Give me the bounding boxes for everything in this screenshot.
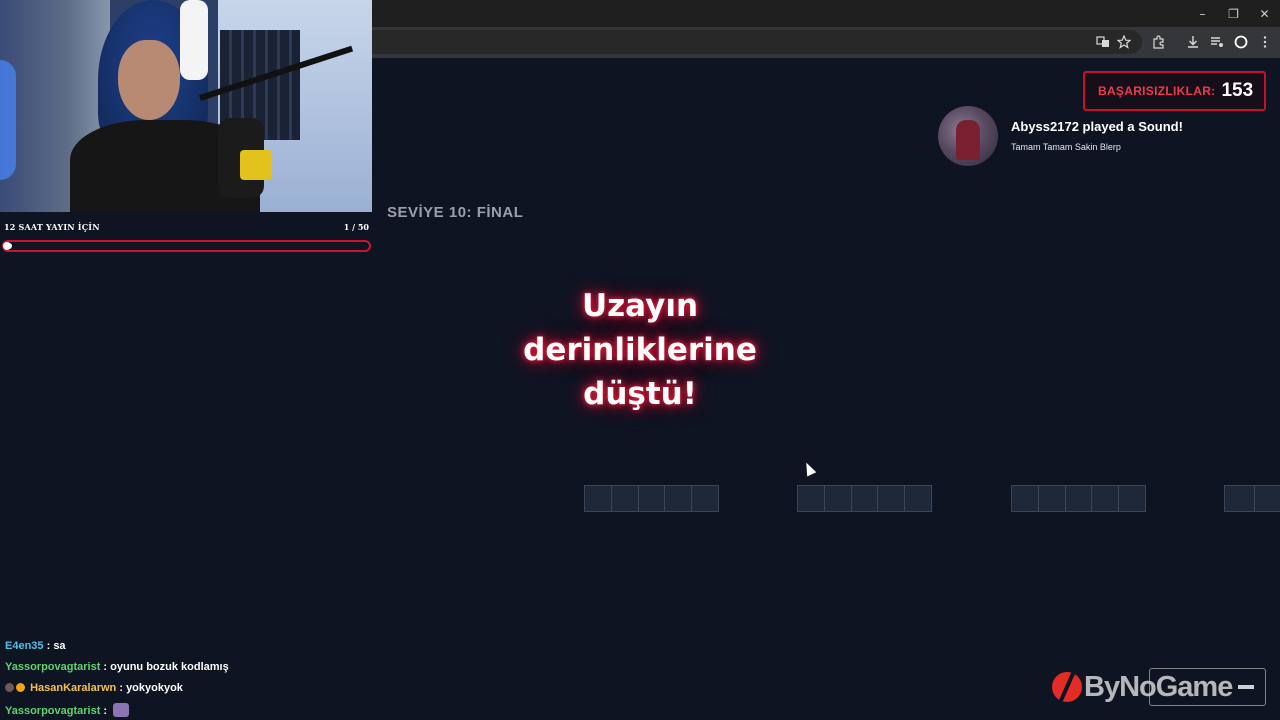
platform	[1224, 485, 1280, 512]
death-message-line: Uzayın	[581, 288, 699, 324]
badge-icon	[16, 683, 25, 692]
close-button[interactable]: ✕	[1249, 0, 1280, 27]
address-bar[interactable]	[372, 30, 1142, 54]
media-icon[interactable]	[1208, 33, 1226, 51]
goal-progress-knob	[3, 242, 11, 250]
platform	[584, 485, 719, 512]
streamer-face	[118, 40, 180, 120]
chat-username: HasanKaralarwn	[30, 682, 117, 694]
watermark-dash	[1238, 685, 1254, 689]
bynogame-logo-icon	[1052, 672, 1082, 702]
goal-label: 12 SAAT YAYIN İÇİN	[4, 222, 100, 232]
emote-icon	[113, 703, 130, 717]
profile-icon[interactable]	[1232, 33, 1250, 51]
alert-title: Abyss2172 played a Sound!	[1011, 119, 1183, 134]
platform	[797, 485, 932, 512]
restore-button[interactable]: ❐	[1218, 0, 1249, 27]
chat-message: E4en35 : sa	[5, 640, 66, 652]
chat-username: E4en35	[5, 640, 44, 652]
minimize-button[interactable]: –	[1187, 0, 1218, 27]
window-controls: – ❐ ✕	[1187, 0, 1280, 27]
fail-counter-label: BAŞARISIZLIKLAR:	[1098, 84, 1216, 98]
death-message-line: düştü!	[583, 376, 697, 412]
goal-count: 1 / 50	[343, 222, 369, 232]
chat-message: Yassorpovagtarist : oyunu bozuk kodlamış	[5, 661, 229, 673]
menu-icon[interactable]	[1256, 33, 1274, 51]
fail-counter-value: 153	[1221, 80, 1254, 101]
stream-screen: – ❐ ✕ 12 SAAT YAYIN İÇİN 1 / 50 SEVİYE 1…	[0, 0, 1280, 720]
platform	[1011, 485, 1146, 512]
chat-text: sa	[53, 640, 66, 652]
death-message: Uzayın derinliklerine düştü!	[480, 284, 800, 416]
star-icon[interactable]	[1115, 33, 1133, 51]
translate-icon[interactable]	[1094, 33, 1112, 51]
extensions-icon[interactable]	[1149, 33, 1167, 51]
chat-text: oyunu bozuk kodlamış	[110, 661, 229, 673]
chat-message: Yassorpovagtarist :	[5, 703, 130, 717]
level-title: SEVİYE 10: FİNAL	[387, 204, 524, 221]
microphone-badge	[240, 150, 272, 180]
alert-avatar	[938, 106, 998, 166]
chat-message: HasanKaralarwn : yokyokyok	[5, 682, 183, 694]
alert-subtitle: Tamam Tamam Sakin Blerp	[1011, 142, 1121, 152]
chat-username: Yassorpovagtarist	[5, 661, 101, 673]
fail-counter: BAŞARISIZLIKLAR: 153	[1083, 71, 1266, 111]
badge-icon	[5, 683, 14, 692]
headphones	[180, 0, 208, 80]
download-icon[interactable]	[1184, 33, 1202, 51]
goal-progress-bar	[2, 240, 371, 252]
mouse-cursor-icon	[801, 460, 817, 477]
chat-username: Yassorpovagtarist	[5, 705, 101, 717]
webcam-light	[0, 60, 16, 180]
death-message-line: derinliklerine	[523, 332, 757, 368]
chat-text: yokyokyok	[126, 682, 183, 694]
webcam-feed	[0, 0, 372, 212]
